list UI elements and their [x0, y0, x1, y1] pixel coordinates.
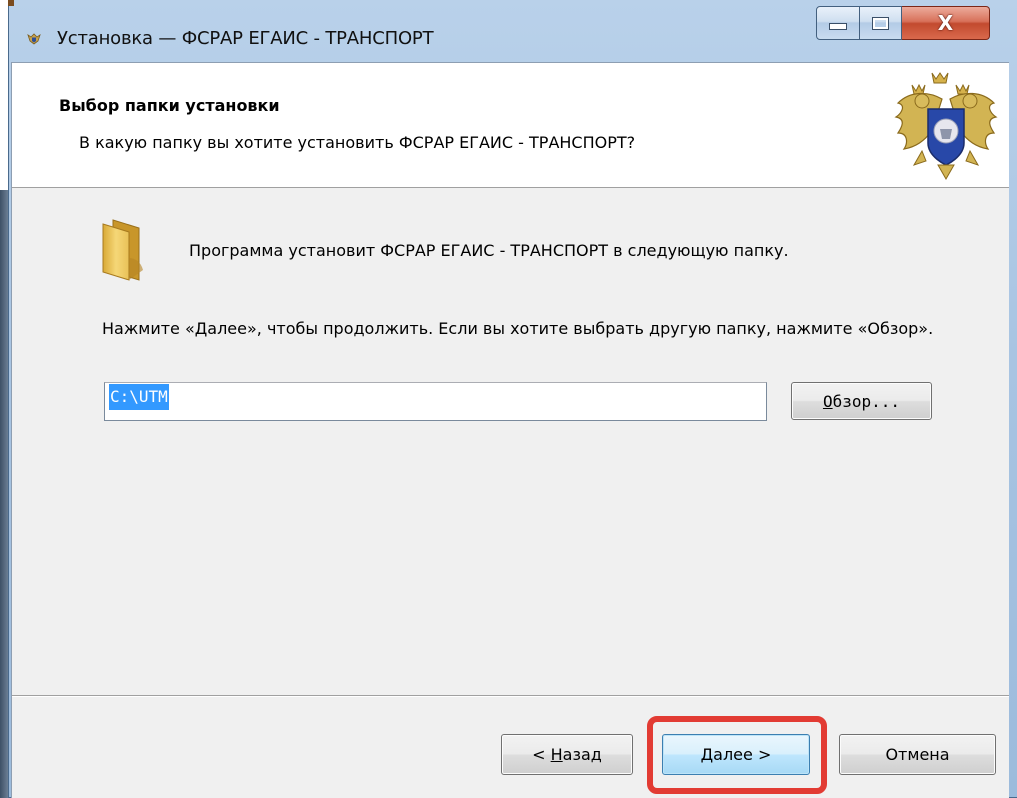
cancel-button[interactable]: Отмена [839, 734, 996, 775]
corner-mark [8, 0, 14, 6]
back-button[interactable]: < Назад [501, 734, 633, 775]
page-title: Выбор папки установки [59, 96, 280, 115]
wizard-header: Выбор папки установки В какую папку вы х… [12, 63, 1009, 188]
title-bar[interactable]: Установка — ФСРАР ЕГАИС - ТРАНСПОРТ X [9, 0, 1017, 60]
browse-label: бзор... [832, 391, 901, 411]
next-mnemonic: Д [700, 745, 714, 764]
folder-icon [102, 219, 143, 281]
install-path-value: C:\UTM [109, 384, 169, 410]
maximize-icon [872, 16, 889, 30]
next-label: алее > [713, 745, 772, 764]
background-left-dark [0, 190, 8, 798]
back-mnemonic: Н [550, 745, 563, 764]
back-label: азад [562, 745, 602, 764]
maximize-button[interactable] [860, 6, 902, 40]
instruction-text: Нажмите «Далее», чтобы продолжить. Если … [102, 319, 934, 338]
caption-buttons: X [816, 6, 990, 42]
cancel-label: Отмена [885, 745, 950, 764]
minimize-icon [829, 23, 847, 30]
back-prefix: < [532, 745, 551, 764]
browse-button[interactable]: Обзор... [791, 382, 932, 420]
double-headed-eagle-emblem-icon [894, 72, 998, 181]
window-title: Установка — ФСРАР ЕГАИС - ТРАНСПОРТ [57, 28, 434, 49]
emblem-icon [27, 33, 41, 45]
close-icon: X [937, 11, 954, 35]
install-path-input[interactable]: C:\UTM [104, 382, 767, 421]
background-left [0, 0, 8, 190]
info-text: Программа установит ФСРАР ЕГАИС - ТРАНСП… [189, 241, 789, 260]
page-subtitle: В какую папку вы хотите установить ФСРАР… [79, 133, 636, 152]
next-button[interactable]: Далее > [662, 734, 810, 775]
minimize-button[interactable] [816, 6, 860, 40]
footer-divider [12, 695, 1009, 697]
close-button[interactable]: X [902, 6, 990, 40]
browse-mnemonic: О [822, 391, 833, 411]
wizard-client-area: Выбор папки установки В какую папку вы х… [11, 62, 1009, 798]
